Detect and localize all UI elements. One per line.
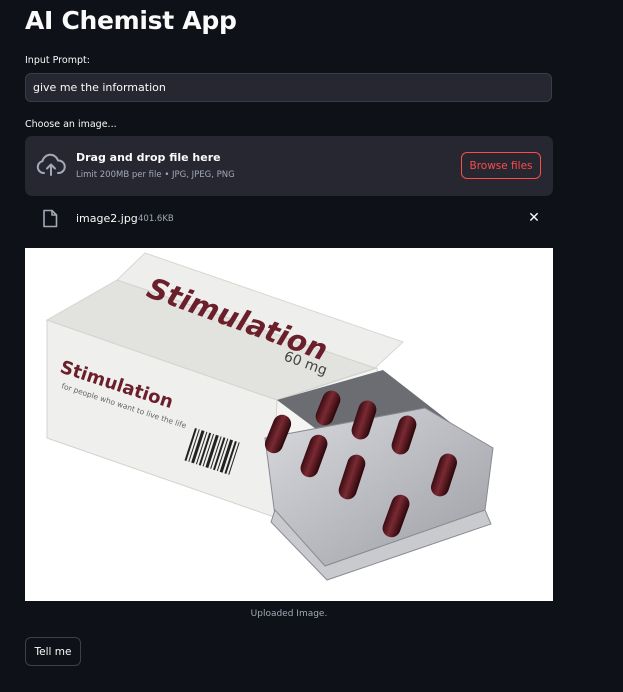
file-size: 401.6KB [138,214,174,224]
prompt-input[interactable] [25,73,552,102]
file-name: image2.jpg [76,212,138,225]
dropzone-title: Drag and drop file here [76,151,221,164]
prompt-label: Input Prompt: [25,55,90,66]
uploader-label: Choose an image... [25,119,117,130]
file-dropzone[interactable]: Drag and drop file here Limit 200MB per … [25,136,553,196]
dropzone-limits: Limit 200MB per file • JPG, JPEG, PNG [76,170,235,180]
image-caption: Uploaded Image. [250,609,328,619]
uploaded-file-row: image2.jpg 401.6KB ✕ [25,205,553,233]
cloud-upload-icon [36,153,66,176]
close-icon[interactable]: ✕ [525,208,543,228]
uploaded-image: Stimulation 60 mg Stimulation for people… [25,248,553,601]
page-title: AI Chemist App [25,6,237,35]
file-icon [43,209,58,228]
browse-files-button[interactable]: Browse files [461,152,541,179]
app-page: AI Chemist App Input Prompt: Choose an i… [0,0,623,692]
pill-box-photo: Stimulation 60 mg Stimulation for people… [25,248,553,601]
tell-me-button[interactable]: Tell me [25,637,81,666]
